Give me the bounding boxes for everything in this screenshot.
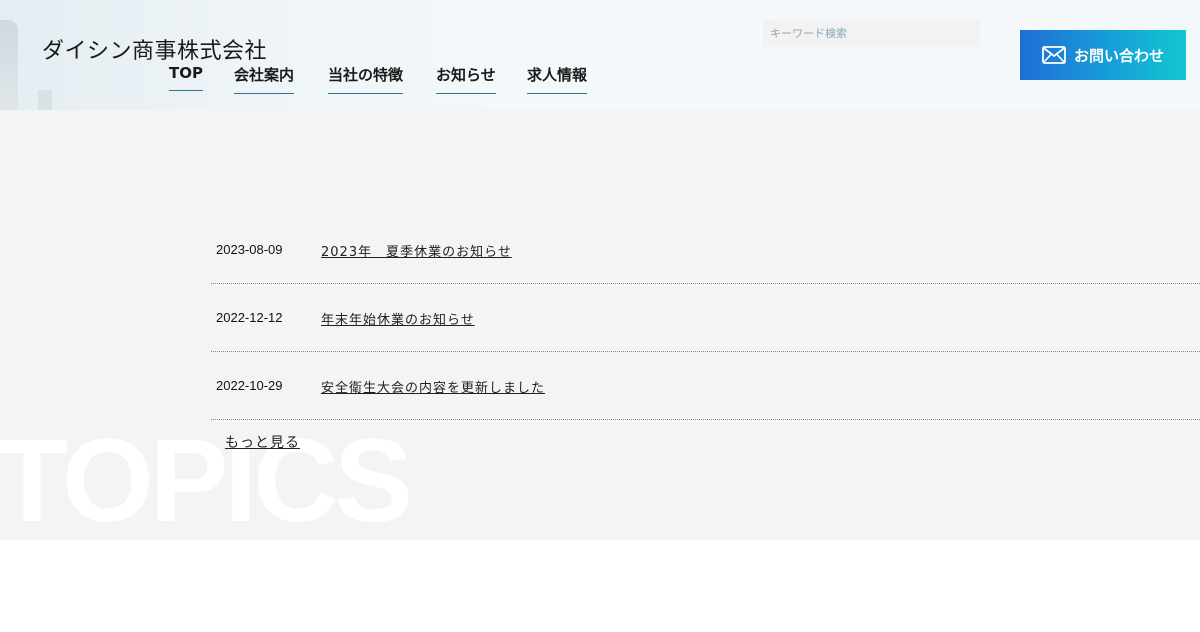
mail-icon [1042, 46, 1066, 64]
news-list: 2023-08-09 2023年 夏季休業のお知らせ 2022-12-12 年末… [211, 216, 1200, 420]
news-title-link[interactable]: 年末年始休業のお知らせ [321, 309, 475, 328]
news-item: 2022-10-29 安全衛生大会の内容を更新しました [211, 352, 1200, 420]
page-bottom-area [0, 540, 1200, 632]
header-background-image [0, 20, 18, 110]
topics-background-text: TOPICS [0, 415, 413, 540]
nav-item-recruit[interactable]: 求人情報 [527, 64, 588, 94]
news-title-link[interactable]: 安全衛生大会の内容を更新しました [321, 377, 545, 396]
page: ダイシン商事株式会社 TOP 会社案内 当社の特徴 お知らせ 求人情報 お問い合… [0, 0, 1200, 632]
nav-item-top[interactable]: TOP [169, 64, 203, 91]
contact-button-label: お問い合わせ [1073, 46, 1164, 65]
news-date: 2022-12-12 [216, 310, 283, 325]
contact-button[interactable]: お問い合わせ [1020, 30, 1186, 80]
news-item: 2023-08-09 2023年 夏季休業のお知らせ [211, 216, 1200, 284]
site-header: ダイシン商事株式会社 TOP 会社案内 当社の特徴 お知らせ 求人情報 お問い合… [0, 0, 1200, 110]
news-date: 2022-10-29 [216, 378, 283, 393]
news-item: 2022-12-12 年末年始休業のお知らせ [211, 284, 1200, 352]
news-date: 2023-08-09 [216, 242, 283, 257]
header-background-detail [38, 90, 52, 110]
nav-item-company[interactable]: 会社案内 [234, 64, 295, 94]
nav-item-features[interactable]: 当社の特徴 [328, 64, 404, 94]
topics-section: TOPICS 2023-08-09 2023年 夏季休業のお知らせ 2022-1… [0, 110, 1200, 540]
nav-item-news[interactable]: お知らせ [436, 64, 496, 94]
news-title-link[interactable]: 2023年 夏季休業のお知らせ [321, 241, 512, 260]
keyword-search-input[interactable] [763, 19, 980, 47]
more-link[interactable]: もっと見る [225, 432, 300, 452]
site-logo[interactable]: ダイシン商事株式会社 [42, 33, 267, 65]
